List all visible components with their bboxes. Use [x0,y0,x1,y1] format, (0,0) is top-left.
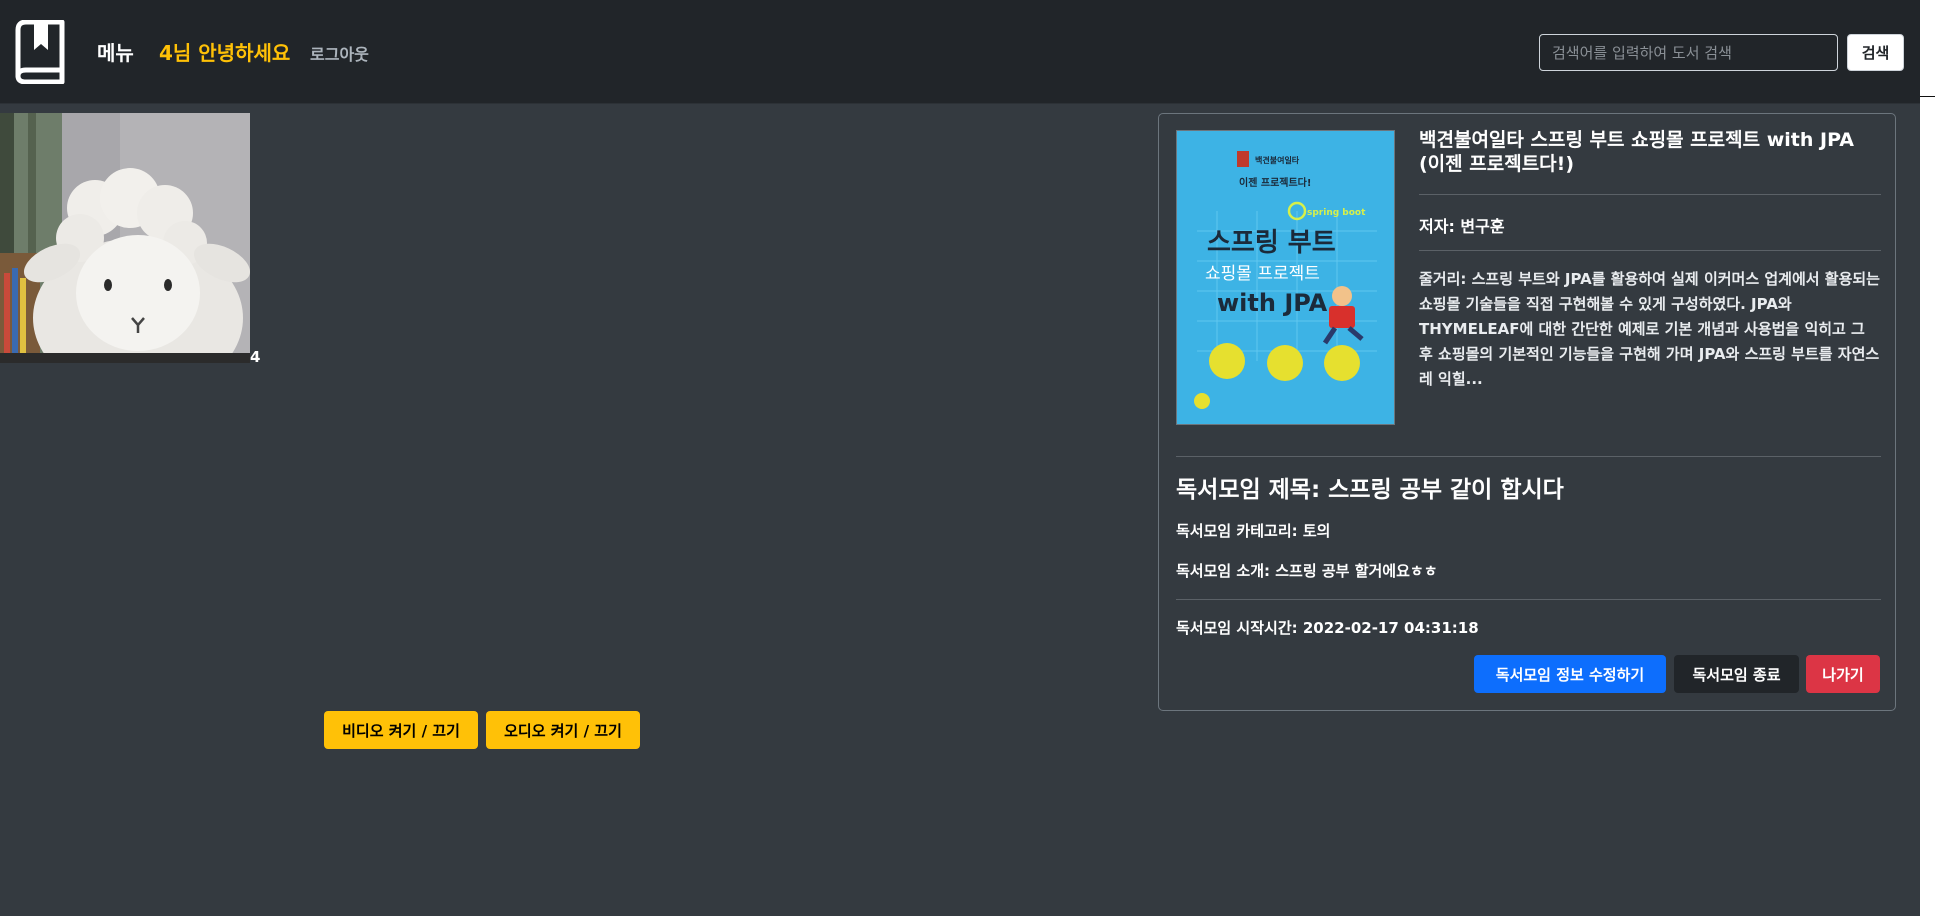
book-summary: 줄거리: 스프링 부트와 JPA를 활용하여 실제 이커머스 업계에서 활용되는… [1419,270,1880,388]
book-title: 백견불여일타 스프링 부트 쇼핑몰 프로젝트 with JPA (이젠 프로젝트… [1419,129,1854,175]
video-toggle-button[interactable]: 비디오 켜기 / 끄기 [324,711,478,749]
participant-video [0,113,250,363]
audio-toggle-button[interactable]: 오디오 켜기 / 끄기 [486,711,640,749]
club-intro: 독서모임 소개: 스프링 공부 할거에요ㅎㅎ [1176,562,1438,580]
cover-title-3: with JPA [1217,289,1328,317]
edge-divider [1920,96,1935,97]
participant-label: 4 [250,348,261,366]
club-category: 독서모임 카테고리: 토의 [1176,522,1331,540]
end-club-button[interactable]: 독서모임 종료 [1674,655,1799,693]
divider [1419,194,1881,195]
cover-tagline: 이젠 프로젝트다! [1239,176,1311,189]
edit-club-button[interactable]: 독서모임 정보 수정하기 [1474,655,1666,693]
club-start-time: 독서모임 시작시간: 2022-02-17 04:31:18 [1176,619,1479,637]
nav-menu[interactable]: 메뉴 [97,37,134,66]
club-title: 독서모임 제목: 스프링 공부 같이 합시다 [1176,477,1564,503]
divider [1419,250,1881,251]
book-author: 저자: 변구훈 [1419,217,1505,236]
navbar: 메뉴 4님 안녕하세요 로그아웃 검색 [0,0,1920,104]
cover-title-2: 쇼핑몰 프로젝트 [1205,264,1320,284]
search-button[interactable]: 검색 [1847,34,1904,71]
scrollbar-gutter [1920,0,1935,916]
book-club-card: 백견불여일타 이젠 프로젝트다! spring boot 스프링 부트 쇼핑몰 … [1158,113,1896,711]
cover-title-1: 스프링 부트 [1207,228,1336,258]
book-cover-image: 백견불여일타 이젠 프로젝트다! spring boot 스프링 부트 쇼핑몰 … [1176,130,1395,425]
user-greeting: 4님 안녕하세요 [159,41,291,65]
logout-link[interactable]: 로그아웃 [310,41,369,65]
exit-button[interactable]: 나가기 [1806,655,1880,693]
divider [1176,456,1881,457]
cover-badge: spring boot [1307,208,1366,218]
book-bookmark-icon[interactable] [12,19,68,85]
divider [1176,599,1881,600]
cover-series: 백견불여일타 [1255,155,1300,165]
search-input[interactable] [1539,34,1838,71]
